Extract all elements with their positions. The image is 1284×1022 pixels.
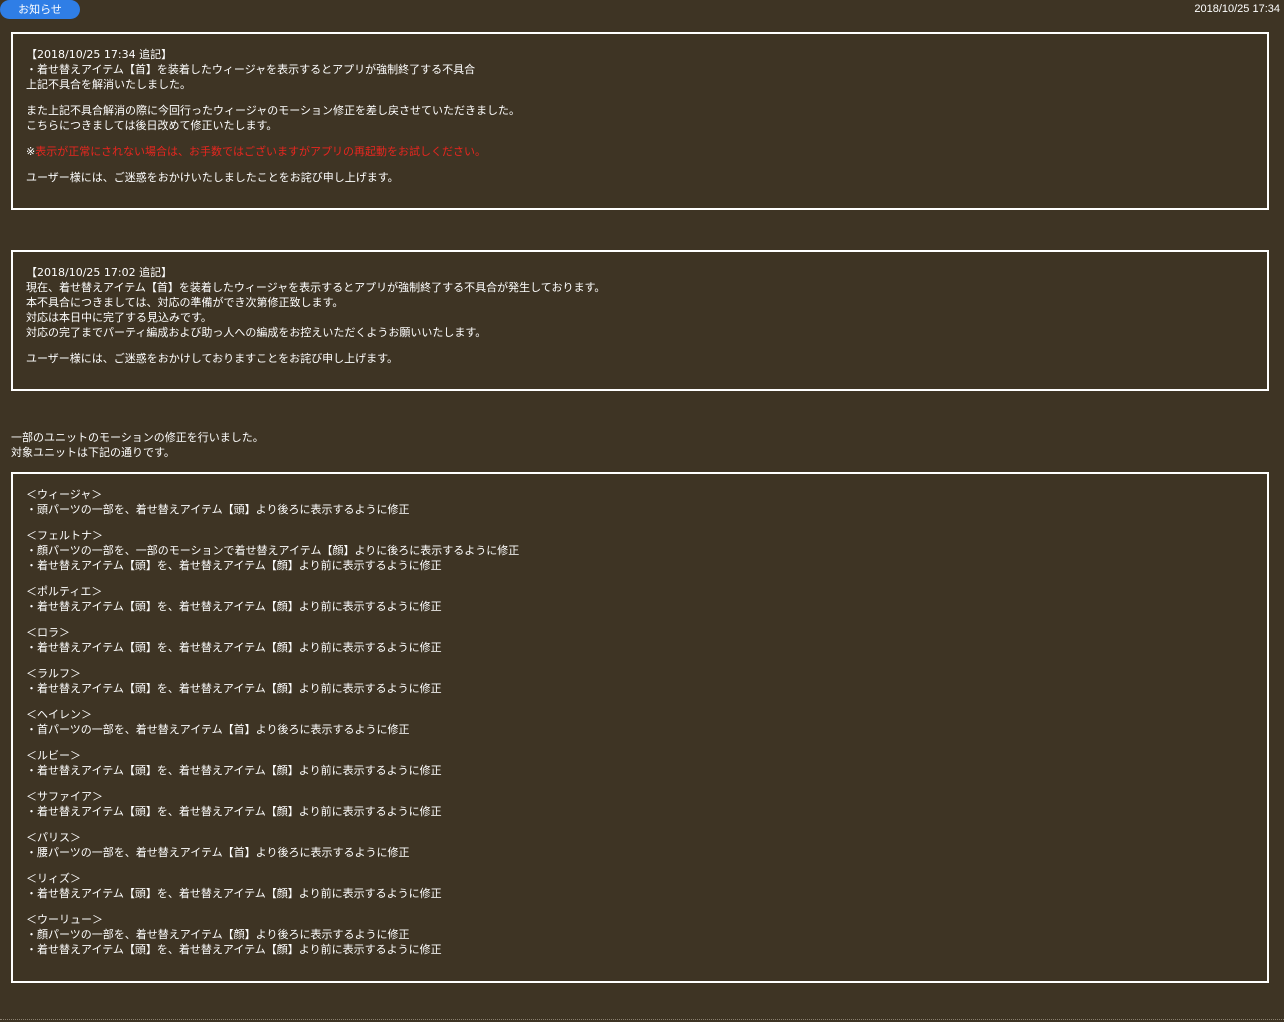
unit-entry: ＜ルビー＞ ・着せ替えアイテム【頭】を、着せ替えアイテム【顔】より前に表示するよ… bbox=[26, 748, 1254, 778]
unit-entry: ＜ヘイレン＞ ・首パーツの一部を、着せ替えアイテム【首】より後ろに表示するように… bbox=[26, 707, 1254, 737]
unit-name: ＜ヘイレン＞ bbox=[26, 708, 92, 721]
unit-fix: ・着せ替えアイテム【頭】を、着せ替えアイテム【顔】より前に表示するように修正 bbox=[26, 887, 442, 900]
unit-name: ＜サファイア＞ bbox=[26, 790, 103, 803]
notice-line: 対応は本日中に完了する見込みです。 bbox=[26, 311, 212, 324]
intro-line: 一部のユニットのモーションの修正を行いました。 bbox=[11, 431, 264, 444]
unit-fix: ・首パーツの一部を、着せ替えアイテム【首】より後ろに表示するように修正 bbox=[26, 723, 410, 736]
unit-name: ＜フェルトナ＞ bbox=[26, 529, 103, 542]
notice-1702-body: 【2018/10/25 17:02 追記】 現在、着せ替えアイテム【首】を装着し… bbox=[26, 265, 1254, 340]
notice-header: お知らせ 2018/10/25 17:34 bbox=[0, 0, 1284, 20]
unit-entry: ＜リィズ＞ ・着せ替えアイテム【頭】を、着せ替えアイテム【顔】より前に表示するよ… bbox=[26, 871, 1254, 901]
notice-line: 【2018/10/25 17:34 追記】 bbox=[26, 48, 173, 61]
bottom-divider bbox=[0, 1019, 1284, 1020]
notice-line: ユーザー様には、ご迷惑をおかけいたしましたことをお詫び申し上げます。 bbox=[26, 171, 399, 184]
notice-line: ・着せ替えアイテム【首】を装着したウィージャを表示するとアプリが強制終了する不具… bbox=[26, 63, 476, 76]
unit-entry: ＜ウーリュー＞ ・顔パーツの一部を、着せ替えアイテム【顔】より後ろに表示するよう… bbox=[26, 912, 1254, 957]
update-notice-box-1734: 【2018/10/25 17:34 追記】 ・着せ替えアイテム【首】を装着したウ… bbox=[11, 32, 1269, 210]
unit-fix: ・着せ替えアイテム【頭】を、着せ替えアイテム【顔】より前に表示するように修正 bbox=[26, 641, 442, 654]
update-notice-box-1702: 【2018/10/25 17:02 追記】 現在、着せ替えアイテム【首】を装着し… bbox=[11, 250, 1269, 391]
notice-line: 【2018/10/25 17:02 追記】 bbox=[26, 266, 173, 279]
post-date: 2018/10/25 17:34 bbox=[1194, 3, 1280, 15]
notice-1734-summary: 【2018/10/25 17:34 追記】 ・着せ替えアイテム【首】を装着したウ… bbox=[26, 47, 1254, 92]
unit-entry: ＜パリス＞ ・腰パーツの一部を、着せ替えアイテム【首】より後ろに表示するように修… bbox=[26, 830, 1254, 860]
unit-entry: ＜ポルティエ＞ ・着せ替えアイテム【頭】を、着せ替えアイテム【顔】より前に表示す… bbox=[26, 584, 1254, 614]
apology-text: ユーザー様には、ご迷惑をおかけいたしましたことをお詫び申し上げます。 bbox=[26, 170, 1254, 185]
unit-name: ＜ウーリュー＞ bbox=[26, 913, 103, 926]
unit-name: ＜ウィージャ＞ bbox=[26, 488, 103, 501]
unit-fix: ・着せ替えアイテム【頭】を、着せ替えアイテム【顔】より前に表示するように修正 bbox=[26, 805, 442, 818]
unit-fix: ・腰パーツの一部を、着せ替えアイテム【首】より後ろに表示するように修正 bbox=[26, 846, 410, 859]
unit-name: ＜ルビー＞ bbox=[26, 749, 81, 762]
unit-fix: ・頭パーツの一部を、着せ替えアイテム【頭】より後ろに表示するように修正 bbox=[26, 503, 410, 516]
notice-1734-revert: また上記不具合解消の際に今回行ったウィージャのモーション修正を差し戻させていただ… bbox=[26, 103, 1254, 133]
restart-note: ※表示が正常にされない場合は、お手数ではございますがアプリの再起動をお試しくださ… bbox=[26, 144, 1254, 159]
notice-line: ユーザー様には、ご迷惑をおかけしておりますことをお詫び申し上げます。 bbox=[26, 352, 399, 365]
unit-name: ＜リィズ＞ bbox=[26, 872, 81, 885]
unit-name: ＜ポルティエ＞ bbox=[26, 585, 103, 598]
notice-line: こちらにつきましては後日改めて修正いたします。 bbox=[26, 119, 278, 132]
unit-name: ＜ロラ＞ bbox=[26, 626, 70, 639]
unit-fix: ・着せ替えアイテム【頭】を、着せ替えアイテム【顔】より前に表示するように修正 bbox=[26, 559, 442, 572]
unit-fix: ・着せ替えアイテム【頭】を、着せ替えアイテム【顔】より前に表示するように修正 bbox=[26, 682, 442, 695]
unit-fix: ・顔パーツの一部を、一部のモーションで着せ替えアイテム【顔】よりに後ろに表示する… bbox=[26, 544, 520, 557]
unit-name: ＜パリス＞ bbox=[26, 831, 81, 844]
unit-entry: ＜フェルトナ＞ ・顔パーツの一部を、一部のモーションで着せ替えアイテム【顔】より… bbox=[26, 528, 1254, 573]
note-mark: ※ bbox=[26, 145, 36, 158]
intro-line: 対象ユニットは下記の通りです。 bbox=[11, 446, 175, 459]
notice-line: また上記不具合解消の際に今回行ったウィージャのモーション修正を差し戻させていただ… bbox=[26, 104, 521, 117]
notice-category-badge: お知らせ bbox=[0, 0, 80, 19]
notice-line: 上記不具合を解消いたしました。 bbox=[26, 78, 191, 91]
notice-line: 本不具合につきましては、対応の準備ができ次第修正致します。 bbox=[26, 296, 344, 309]
unit-entry: ＜ウィージャ＞ ・頭パーツの一部を、着せ替えアイテム【頭】より後ろに表示するよう… bbox=[26, 487, 1254, 517]
unit-entry: ＜ラルフ＞ ・着せ替えアイテム【頭】を、着せ替えアイテム【顔】より前に表示するよ… bbox=[26, 666, 1254, 696]
unit-fix: ・顔パーツの一部を、着せ替えアイテム【顔】より後ろに表示するように修正 bbox=[26, 928, 410, 941]
notice-line: 対応の完了までパーティ編成および助っ人への編成をお控えいただくようお願いいたしま… bbox=[26, 326, 487, 339]
unit-entry: ＜ロラ＞ ・着せ替えアイテム【頭】を、着せ替えアイテム【顔】より前に表示するよう… bbox=[26, 625, 1254, 655]
restart-warning-text: 表示が正常にされない場合は、お手数ではございますがアプリの再起動をお試しください… bbox=[35, 145, 486, 158]
notice-line: 現在、着せ替えアイテム【首】を装着したウィージャを表示するとアプリが強制終了する… bbox=[26, 281, 606, 294]
unit-name: ＜ラルフ＞ bbox=[26, 667, 81, 680]
motion-fix-intro: 一部のユニットのモーションの修正を行いました。 対象ユニットは下記の通りです。 bbox=[11, 430, 264, 460]
apology-text: ユーザー様には、ご迷惑をおかけしておりますことをお詫び申し上げます。 bbox=[26, 351, 1254, 366]
unit-fix-list: ＜ウィージャ＞ ・頭パーツの一部を、着せ替えアイテム【頭】より後ろに表示するよう… bbox=[11, 472, 1269, 983]
unit-entry: ＜サファイア＞ ・着せ替えアイテム【頭】を、着せ替えアイテム【顔】より前に表示す… bbox=[26, 789, 1254, 819]
unit-fix: ・着せ替えアイテム【頭】を、着せ替えアイテム【顔】より前に表示するように修正 bbox=[26, 943, 442, 956]
unit-fix: ・着せ替えアイテム【頭】を、着せ替えアイテム【顔】より前に表示するように修正 bbox=[26, 600, 442, 613]
unit-fix: ・着せ替えアイテム【頭】を、着せ替えアイテム【顔】より前に表示するように修正 bbox=[26, 764, 442, 777]
